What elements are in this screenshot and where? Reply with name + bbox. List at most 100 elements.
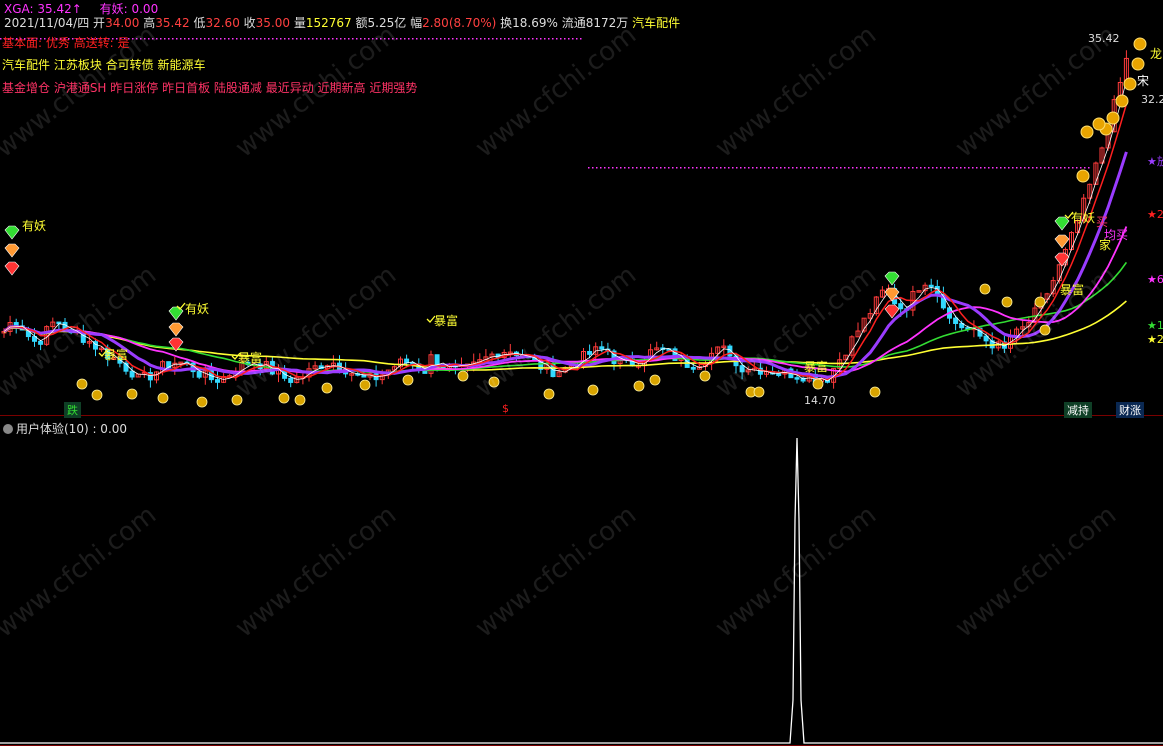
dotted-line-top	[560, 38, 562, 40]
dotted-line-mid	[744, 167, 746, 169]
dotted-line-top	[512, 38, 514, 40]
dotted-line-mid	[1064, 167, 1066, 169]
quote-date: 2021/11/04/四	[4, 16, 90, 30]
candle-body	[587, 351, 593, 355]
dotted-line-mid	[852, 167, 854, 169]
baofu-tag-4: 暴富	[804, 360, 829, 374]
dotted-line-top	[196, 38, 198, 40]
candle-body	[215, 379, 220, 383]
dotted-line-top	[428, 38, 430, 40]
dotted-line-top	[572, 38, 574, 40]
money-bag-icon	[587, 384, 599, 396]
dotted-line-mid	[824, 167, 826, 169]
dotted-line-top	[188, 38, 190, 40]
dotted-line-top	[388, 38, 390, 40]
candle-body	[599, 346, 605, 350]
dotted-line-top	[272, 38, 274, 40]
money-bag-icon	[699, 370, 711, 382]
dotted-line-mid	[1048, 167, 1050, 169]
dotted-line-mid	[608, 167, 610, 169]
dotted-line-mid	[752, 167, 754, 169]
dotted-line-mid	[696, 167, 698, 169]
dotted-line-mid	[720, 167, 722, 169]
dotted-line-top	[348, 38, 350, 40]
dotted-line-mid	[724, 167, 726, 169]
candle-body	[794, 377, 800, 380]
song-tag: 宋	[1137, 74, 1150, 88]
money-bag-icon	[294, 394, 306, 406]
dotted-line-mid	[776, 167, 778, 169]
dotted-line-mid	[668, 167, 670, 169]
coin-icon	[1106, 111, 1120, 125]
dotted-line-top	[332, 38, 334, 40]
dotted-line-mid	[896, 167, 898, 169]
die-label: 跌	[64, 402, 81, 418]
dotted-line-mid	[836, 167, 838, 169]
money-bag-icon	[457, 370, 469, 382]
money-bag-icon	[649, 374, 661, 386]
dotted-line-top	[540, 38, 542, 40]
dotted-line-top	[520, 38, 522, 40]
dotted-line-mid	[1060, 167, 1062, 169]
indicator-title-row[interactable]: 用户体验(10) : 0.00	[3, 420, 127, 437]
money-bag-icon	[543, 388, 555, 400]
dotted-line-mid	[656, 167, 658, 169]
dotted-line-top	[472, 38, 474, 40]
dotted-line-top	[252, 38, 254, 40]
dotted-line-top	[176, 38, 178, 40]
fundamentals-line: 基本面: 优秀 高送转: 是	[2, 36, 130, 50]
dotted-line-mid	[792, 167, 794, 169]
dotted-line-top	[568, 38, 570, 40]
dotted-line-top	[140, 38, 142, 40]
candlestick-chart[interactable]	[0, 0, 1163, 746]
dotted-line-mid	[660, 167, 662, 169]
dotted-line-mid	[964, 167, 966, 169]
dotted-line-top	[460, 38, 462, 40]
diamond-icon	[168, 306, 184, 321]
candle-body	[776, 373, 782, 376]
dotted-line-mid	[1056, 167, 1058, 169]
dotted-line-top	[440, 38, 442, 40]
dotted-line-mid	[1012, 167, 1014, 169]
dotted-line-mid	[884, 167, 886, 169]
coin-icon	[1115, 94, 1129, 108]
dotted-line-mid	[712, 167, 714, 169]
dotted-line-top	[228, 38, 230, 40]
close-value: 35.00	[255, 16, 291, 30]
dotted-line-mid	[748, 167, 750, 169]
money-bag-icon	[231, 394, 243, 406]
yao-tag-3: 有妖	[1071, 211, 1096, 225]
dotted-line-mid	[652, 167, 654, 169]
dotted-line-mid	[992, 167, 994, 169]
candle-body	[953, 317, 959, 324]
dotted-line-top	[248, 38, 250, 40]
dotted-line-mid	[676, 167, 678, 169]
dollar-label: $	[502, 402, 509, 415]
dotted-line-mid	[872, 167, 874, 169]
dotted-line-mid	[856, 167, 858, 169]
dotted-line-mid	[828, 167, 830, 169]
dotted-line-mid	[784, 167, 786, 169]
dotted-line-top	[312, 38, 314, 40]
dotted-line-mid	[968, 167, 970, 169]
dotted-line-mid	[716, 167, 718, 169]
money-bag-icon	[196, 396, 208, 408]
dotted-line-mid	[1076, 167, 1078, 169]
dotted-line-mid	[1084, 167, 1086, 169]
dotted-line-mid	[740, 167, 742, 169]
coin-icon	[1131, 57, 1145, 71]
dotted-line-top	[284, 38, 286, 40]
dotted-line-top	[244, 38, 246, 40]
dotted-line-mid	[644, 167, 646, 169]
dotted-line-mid	[1072, 167, 1074, 169]
dotted-line-mid	[592, 167, 594, 169]
baofu-tag-1: 暴富	[104, 348, 129, 362]
baofu-tag-2: 暴富	[238, 351, 263, 365]
dotted-line-mid	[904, 167, 906, 169]
collapse-icon[interactable]	[3, 424, 13, 434]
coin-icon	[1133, 37, 1147, 51]
quote-bar: 2021/11/04/四 开34.00 高35.42 低32.60 收35.00…	[4, 14, 680, 31]
dotted-line-top	[236, 38, 238, 40]
baofu-tag-3: 暴富	[434, 314, 459, 328]
candle-body	[690, 366, 696, 370]
